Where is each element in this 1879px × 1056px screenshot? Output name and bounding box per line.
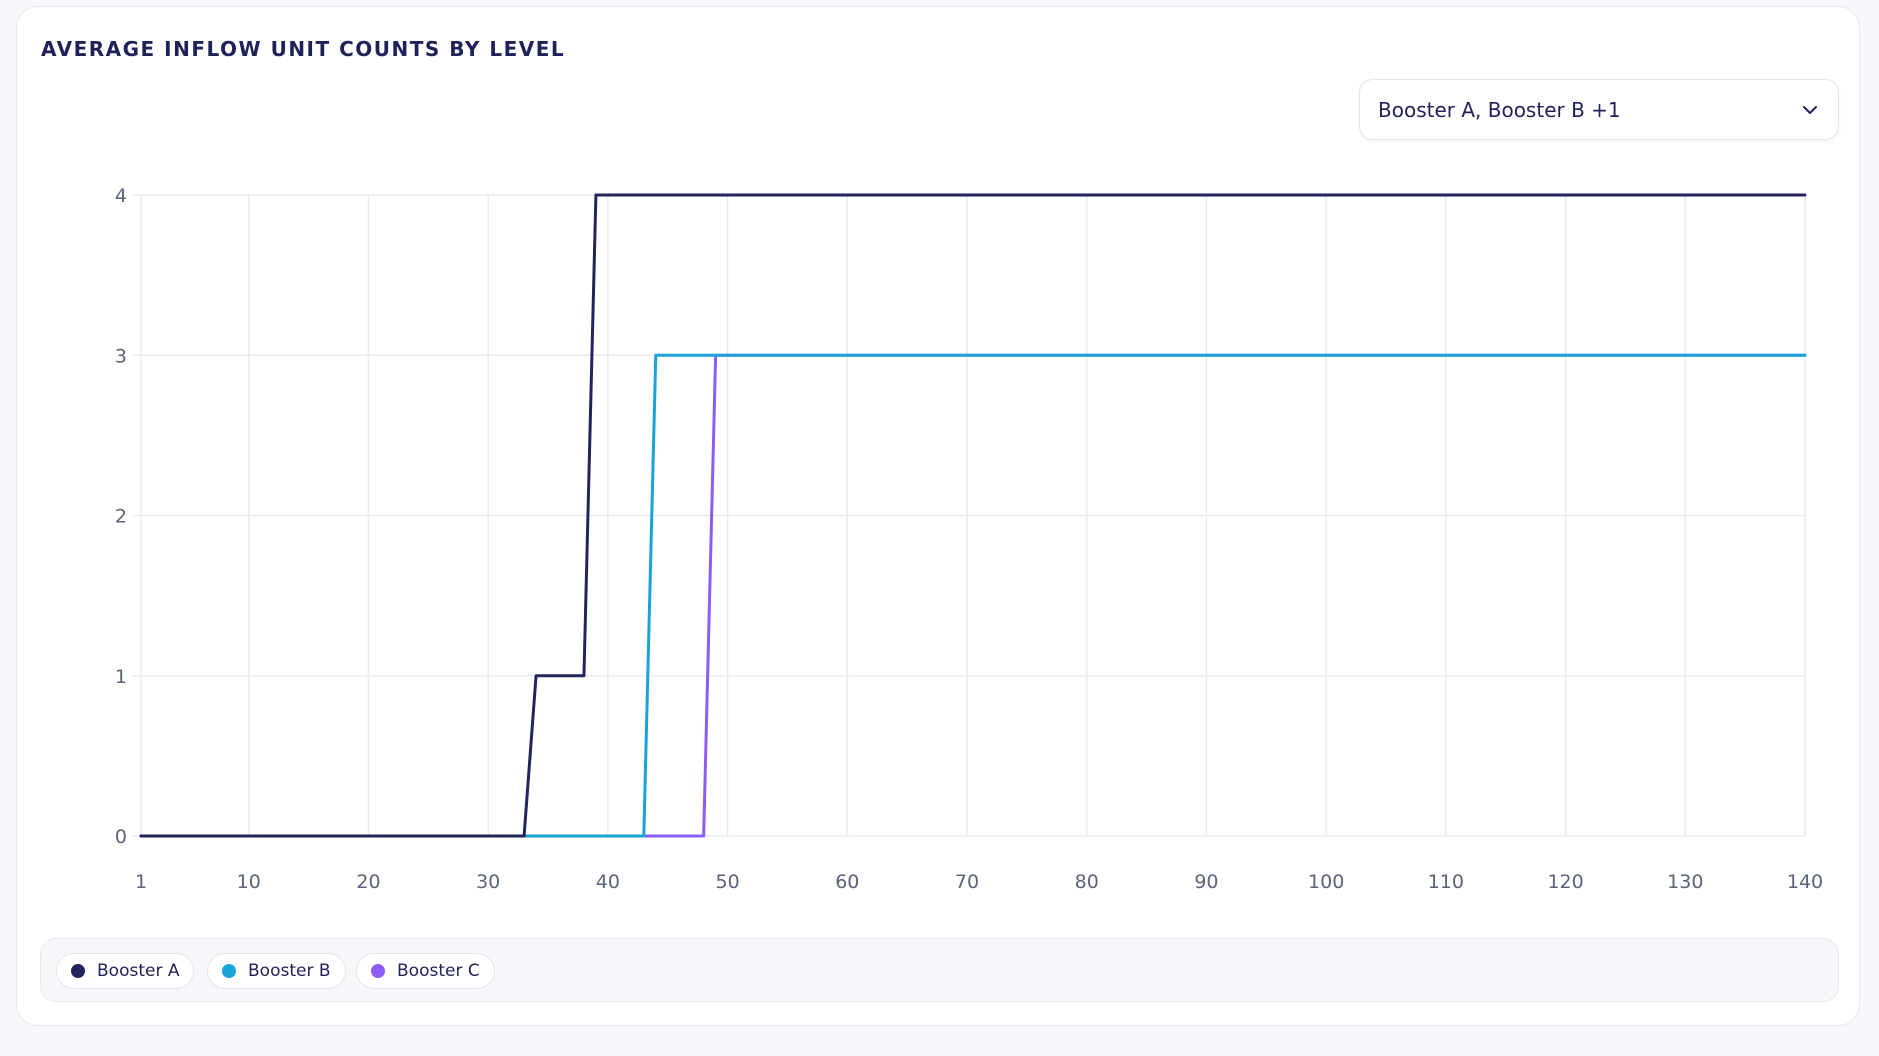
series-line-booster-b [139, 353, 1807, 838]
x-tick-label-40: 40 [596, 871, 620, 893]
y-tick-label-3: 3 [115, 345, 127, 367]
legend-marker-booster-c [371, 964, 385, 978]
x-tick-label-60: 60 [835, 871, 859, 893]
x-tick-label-50: 50 [715, 871, 739, 893]
x-tick-label-130: 130 [1667, 871, 1703, 893]
legend-label-booster-a: Booster A [97, 961, 180, 981]
y-axis: 0 1 2 3 4 [115, 185, 141, 848]
chart-legend: Booster A Booster B Booster C [40, 938, 1839, 1002]
x-tick-label-100: 100 [1308, 871, 1344, 893]
x-tick-label-70: 70 [955, 871, 979, 893]
chart-card: AVERAGE INFLOW UNIT COUNTS BY LEVEL Boos… [16, 6, 1860, 1026]
legend-label-booster-c: Booster C [397, 961, 480, 981]
x-tick-label-30: 30 [476, 871, 500, 893]
legend-item-booster-a[interactable]: Booster A [56, 953, 195, 989]
x-tick-label-20: 20 [356, 871, 380, 893]
legend-label-booster-b: Booster B [248, 961, 331, 981]
series-line-booster-c [139, 353, 1807, 838]
chart-grid [140, 194, 1806, 837]
y-tick-label-2: 2 [115, 506, 127, 528]
x-tick-label-140: 140 [1787, 871, 1823, 893]
y-tick-label-4: 4 [115, 185, 127, 207]
line-chart: 01234 1 10 20 30 40 50 60 70 80 90 100 110 120 130 140 [115, 185, 1823, 893]
x-tick-label-90: 90 [1194, 871, 1218, 893]
legend-item-booster-b[interactable]: Booster B [207, 953, 346, 989]
y-tick-label-1: 1 [115, 666, 127, 688]
legend-item-booster-c[interactable]: Booster C [356, 953, 495, 989]
x-tick-label-1: 1 [135, 871, 147, 893]
x-tick-label-10: 10 [237, 871, 261, 893]
legend-marker-booster-a [71, 964, 85, 978]
legend-marker-booster-b [222, 964, 236, 978]
x-tick-label-120: 120 [1547, 871, 1583, 893]
x-axis: 1 10 20 30 40 50 60 70 80 90 100 110 120 130 140 [135, 871, 1823, 893]
x-tick-label-110: 110 [1428, 871, 1464, 893]
y-tick-label-0: 0 [115, 826, 127, 848]
x-tick-label-80: 80 [1075, 871, 1099, 893]
